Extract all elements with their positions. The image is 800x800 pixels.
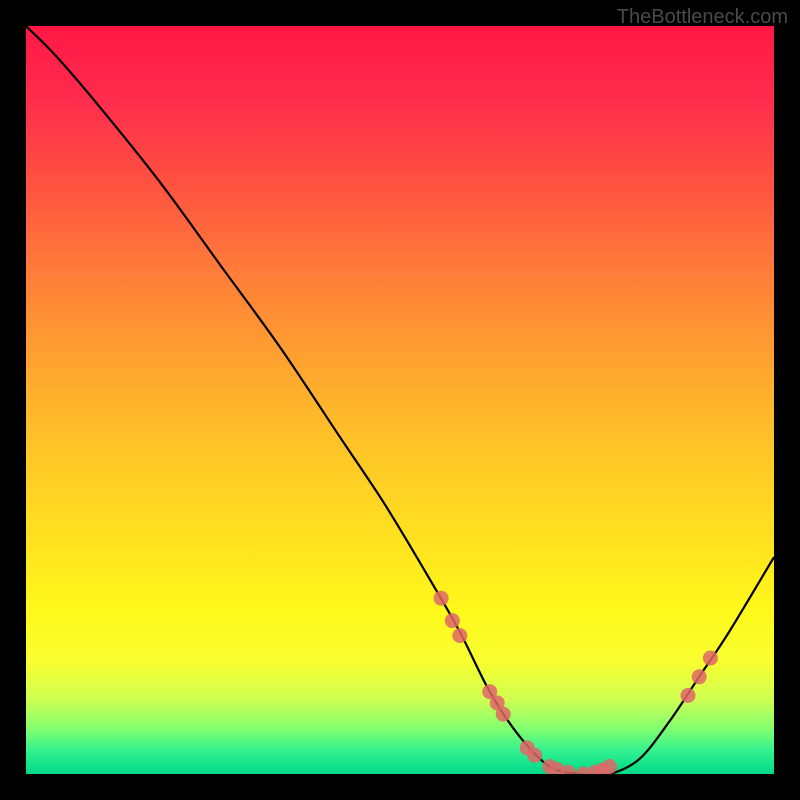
chart-marker bbox=[434, 591, 449, 606]
chart-main-curve bbox=[26, 26, 774, 774]
watermark-text: TheBottleneck.com bbox=[617, 6, 788, 29]
chart-marker bbox=[602, 759, 617, 774]
chart-marker bbox=[680, 688, 695, 703]
chart-marker bbox=[692, 669, 707, 684]
chart-marker bbox=[527, 748, 542, 763]
chart-plot-area bbox=[26, 26, 774, 774]
chart-marker bbox=[452, 628, 467, 643]
chart-markers-group bbox=[434, 591, 718, 774]
chart-marker bbox=[496, 707, 511, 722]
chart-marker bbox=[703, 651, 718, 666]
chart-curve-svg bbox=[26, 26, 774, 774]
chart-marker bbox=[445, 613, 460, 628]
